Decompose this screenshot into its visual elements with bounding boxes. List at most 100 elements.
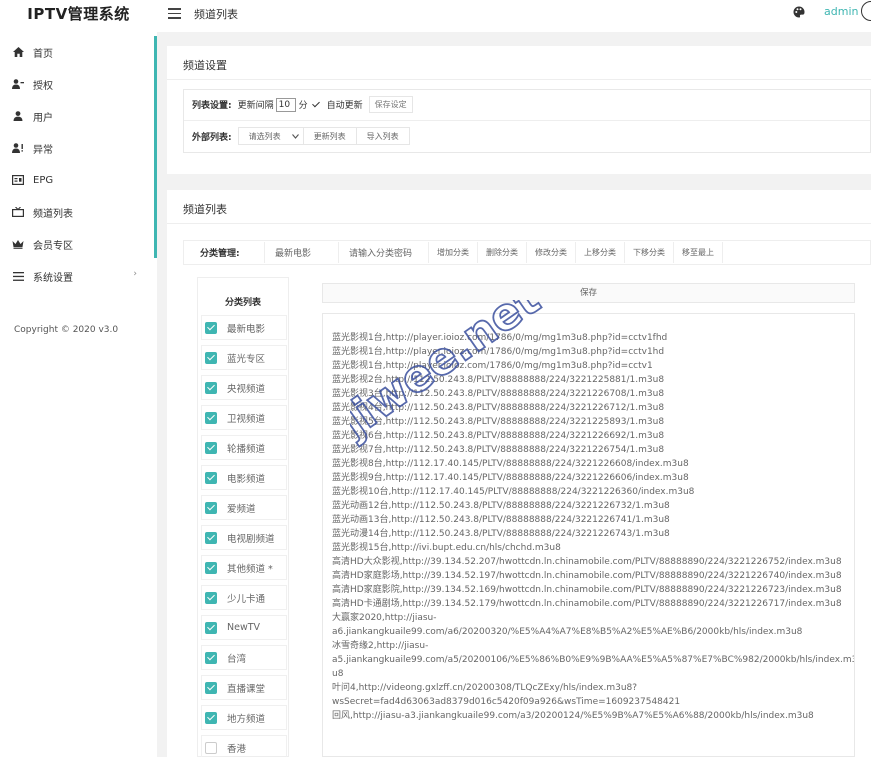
category-item[interactable]: 台湾 [201,645,287,670]
category-manage-label: 分类管理: [200,249,240,259]
tv-icon [12,206,24,218]
channel-text-line: 高清HD卡通剧场,http://39.134.52.179/hwottcdn.l… [332,599,842,609]
move-category-down-button[interactable]: 下移分类 [625,242,674,263]
category-item[interactable]: 蓝光专区 [201,345,287,370]
auto-update-label: 自动更新 [326,101,363,111]
channel-text-line: 蓝光影视15台,http://ivi.bupt.edu.cn/hls/chchd… [332,543,561,553]
channel-text-line: 蓝光动画12台,http://112.50.243.8/PLTV/8888888… [332,501,670,511]
category-label: 央视频道 [227,383,266,395]
category-item[interactable]: 其他频道 * [201,555,287,580]
user-warning-icon [12,142,24,154]
channel-text-area[interactable]: 蓝光影视1台,http://player.ioioz.com/1786/0/mg… [322,313,855,757]
category-checkbox[interactable] [205,741,217,754]
menu-toggle-icon[interactable] [168,8,181,19]
category-label: 其他频道 * [227,563,273,575]
palette-icon[interactable] [793,6,805,21]
sidebar-item-channel-list[interactable]: 频道列表 [0,196,157,228]
admin-user-link[interactable]: admin [824,5,858,18]
save-channels-button[interactable]: 保存 [322,283,855,303]
category-checkbox[interactable] [205,381,217,394]
sidebar-item-label: 会员专区 [33,240,73,252]
channel-text-line: 蓝光影视7台,http://112.50.243.8/PLTV/88888888… [332,445,665,455]
category-checkbox[interactable] [205,351,217,364]
add-category-button[interactable]: 增加分类 [429,242,478,263]
category-checkbox[interactable] [205,531,217,544]
sidebar-item-users[interactable]: 用户 [0,100,157,132]
category-item[interactable]: NewTV [201,615,287,640]
divider [184,120,870,121]
category-checkbox[interactable] [205,651,217,664]
category-checkbox[interactable] [205,471,217,484]
user-icon [12,110,24,122]
sidebar-item-label: EPG [33,174,54,186]
channel-text-line: 蓝光影视2台,http://112.50.243.8/PLTV/88888888… [332,375,665,385]
category-item[interactable]: 香港 [201,735,287,757]
sidebar-item-epg[interactable]: EPG [0,164,157,196]
sidebar-item-label: 频道列表 [33,208,73,220]
sidebar-item-label: 用户 [33,112,53,124]
category-checkbox[interactable] [205,441,217,454]
channel-settings-card: 频道设置 列表设置: 更新间隔 10 分 自动更新 保存设定 外部列表: 请选列… [167,46,871,174]
category-label: 电影频道 [227,473,266,485]
category-checkbox[interactable] [205,621,217,634]
category-item[interactable]: 卫视频道 [201,405,287,430]
category-item[interactable]: 直播课堂 [201,675,287,700]
auto-update-checkbox[interactable] [312,100,321,109]
category-item[interactable]: 电影频道 [201,465,287,490]
category-item[interactable]: 少儿卡通 [201,585,287,610]
channel-text-line: 蓝光动画13台,http://112.50.243.8/PLTV/8888888… [332,515,670,525]
category-checkbox[interactable] [205,591,217,604]
category-item[interactable]: 轮播频道 [201,435,287,460]
category-checkbox[interactable] [205,681,217,694]
category-label: 香港 [227,743,247,755]
channel-settings-title: 频道设置 [183,59,227,72]
divider [167,79,871,80]
category-name-input[interactable]: 最新电影 [264,242,339,263]
category-item[interactable]: 爱频道 [201,495,287,520]
category-label: 台湾 [227,653,247,665]
interval-unit: 分 [298,101,308,111]
delete-category-button[interactable]: 删除分类 [478,242,527,263]
list-settings-row: 列表设置: 更新间隔 10 分 自动更新 保存设定 [192,96,413,113]
top-header: 频道列表 admin [157,0,871,32]
sidebar-item-system-settings[interactable]: 系统设置 › [0,260,157,292]
channel-text-line: 蓝光影视3台,http://112.50.243.8/PLTV/88888888… [332,389,665,399]
page-title: 频道列表 [194,8,238,21]
user-menu-icon[interactable] [861,1,871,21]
channel-text-line: 回风,http://jiasu-a3.jiankangkuaile99.com/… [332,711,814,721]
category-checkbox[interactable] [205,501,217,514]
user-key-icon [12,78,24,90]
category-password-input[interactable]: 请输入分类密码 [339,242,429,263]
sidebar-item-home[interactable]: 首页 [0,36,157,68]
move-category-top-button[interactable]: 移至最上 [674,242,723,263]
channel-text-line: 冰雪奇缘2,http://jiasu- [332,641,429,651]
channel-text-line: 高清HD家庭影场,http://39.134.52.197/hwottcdn.l… [332,571,842,581]
move-category-up-button[interactable]: 上移分类 [576,242,625,263]
save-settings-button[interactable]: 保存设定 [368,96,413,113]
channel-list-title: 频道列表 [183,203,227,216]
category-checkbox[interactable] [205,561,217,574]
category-item[interactable]: 地方频道 [201,705,287,730]
category-checkbox[interactable] [205,411,217,424]
channel-list-card: 频道列表 分类管理: 最新电影 请输入分类密码 增加分类 删除分类 修改分类 上… [167,190,871,757]
category-checkbox[interactable] [205,321,217,334]
import-list-button[interactable]: 导入列表 [355,127,410,145]
sidebar-item-members[interactable]: 会员专区 [0,228,157,260]
sidebar-item-abnormal[interactable]: 异常 [0,132,157,164]
category-item[interactable]: 最新电影 [201,315,287,340]
divider [167,223,871,224]
category-item[interactable]: 央视频道 [201,375,287,400]
sidebar-item-authorize[interactable]: 授权 [0,68,157,100]
update-list-button[interactable]: 更新列表 [302,127,357,145]
channel-text-line: u8 [332,669,344,679]
external-list-row: 外部列表: 请选列表 更新列表 导入列表 [192,127,410,145]
category-label: 少儿卡通 [227,593,266,605]
crown-icon [12,238,24,250]
channel-text-line: 蓝光影视8台,http://112.17.40.145/PLTV/8888888… [332,459,689,469]
sidebar-item-label: 系统设置 [33,272,73,284]
external-list-select[interactable]: 请选列表 [237,127,304,145]
category-checkbox[interactable] [205,711,217,724]
category-item[interactable]: 电视剧频道 [201,525,287,550]
interval-input[interactable]: 10 [275,97,296,112]
edit-category-button[interactable]: 修改分类 [527,242,576,263]
